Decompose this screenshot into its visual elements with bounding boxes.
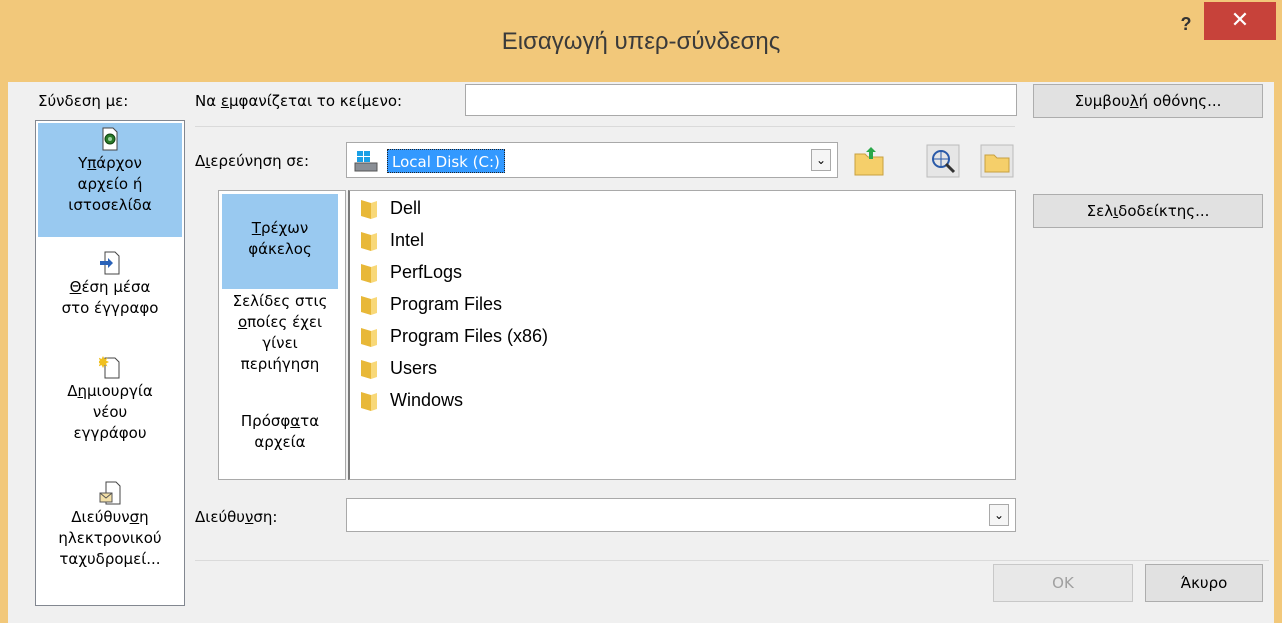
folder-icon [361,232,377,252]
folder-icon [361,360,377,380]
title-bar: Εισαγωγή υπερ-σύνδεσης ? ✕ [0,0,1282,82]
separator [195,126,1015,127]
place-current-line2: φάκελος [248,240,312,258]
bookmark-button[interactable]: Σελιδοδείκτης... [1033,194,1263,228]
places-bar: Τρέχων φάκελος Σελίδες στις οποίες έχει … [218,190,346,480]
local-disk-icon [354,151,378,172]
browse-file-icon[interactable] [980,144,1014,178]
new-document-icon [99,356,120,379]
file-name: Windows [390,390,464,410]
link-new-doc-line2: νέου [92,403,128,421]
list-item[interactable]: Dell [360,193,421,223]
chevron-down-icon[interactable]: ⌄ [989,504,1009,526]
place-recent-files[interactable]: Πρόσφατα αρχεία [222,411,338,461]
list-item[interactable]: Users [360,353,437,383]
link-email-address[interactable]: Διεύθυνση ηλεκτρονικού ταχυδρομεί... [38,477,182,591]
text-to-display-label: Να εμφανίζεται το κείμενο: [195,92,403,110]
list-item[interactable]: Program Files [360,289,502,319]
file-list: Dell Intel PerfLogs Program Files Progra… [348,190,1016,480]
link-existing-file-line3: ιστοσελίδα [68,196,152,214]
link-with-bar: Υπάρχον αρχείο ή ιστοσελίδα Θέση μέσα στ… [35,120,185,606]
look-in-dropdown[interactable]: Local Disk (C:) ⌄ [346,142,838,178]
link-email-line2: ηλεκτρονικού [58,529,162,547]
list-item[interactable]: PerfLogs [360,257,462,287]
folder-icon [361,392,377,412]
look-in-value: Local Disk (C:) [387,149,505,173]
separator [195,560,1269,561]
link-place-in-document[interactable]: Θέση μέσα στο έγγραφο [38,247,182,343]
file-name: Dell [390,198,422,218]
list-item[interactable]: Program Files (x86) [360,321,548,351]
link-new-document[interactable]: Δημιουργία νέου εγγράφου [38,351,182,465]
file-name: Intel [390,230,425,250]
link-place-line2: στο έγγραφο [61,299,159,317]
help-button[interactable]: ? [1168,10,1204,40]
link-email-line1: Διεύθυνση [71,508,149,526]
place-browsed-pages[interactable]: Σελίδες στις οποίες έχει γίνει περιήγηση [222,291,338,387]
folder-icon [361,200,377,220]
link-existing-file[interactable]: Υπάρχον αρχείο ή ιστοσελίδα [38,123,182,237]
email-address-icon [99,481,121,505]
folder-icon [361,296,377,316]
link-existing-file-line2: αρχείο ή [77,175,143,193]
dialog-title: Εισαγωγή υπερ-σύνδεσης [501,28,781,55]
close-button[interactable]: ✕ [1204,2,1276,40]
chevron-down-icon[interactable]: ⌄ [811,149,831,171]
ok-button[interactable]: OK [993,564,1133,602]
place-current-folder[interactable]: Τρέχων φάκελος [222,194,338,289]
link-email-line3: ταχυδρομεί... [59,550,161,568]
file-name: PerfLogs [390,262,463,282]
list-item[interactable]: Intel [360,225,424,255]
file-name: Users [390,358,438,378]
browse-web-icon[interactable] [926,144,960,178]
existing-file-icon [102,127,118,151]
folder-icon [361,264,377,284]
link-place-line1: Θέση μέσα [69,278,151,296]
place-browsed-line1: Σελίδες στις [232,292,328,310]
link-new-doc-line1: Δημιουργία [67,382,153,400]
insert-hyperlink-dialog: Εισαγωγή υπερ-σύνδεσης ? ✕ Σύνδεση με: Υ… [0,0,1282,623]
screentip-button[interactable]: Συμβουλή οθόνης... [1033,84,1263,118]
link-with-label: Σύνδεση με: [38,92,129,110]
link-new-doc-line3: εγγράφου [73,424,147,442]
place-recent-line1: Πρόσφατα [240,412,320,430]
place-current-line1: Τρέχων [251,219,309,237]
folder-icon [361,328,377,348]
address-label: Διεύθυνση: [195,508,278,526]
file-name: Program Files (x86) [390,326,549,346]
place-recent-line2: αρχεία [254,433,306,451]
place-in-document-icon [100,251,120,275]
address-input[interactable]: ⌄ [346,498,1016,532]
file-name: Program Files [390,294,503,314]
place-browsed-line2: οποίες έχει [237,313,323,331]
list-item[interactable]: Windows [360,385,463,415]
link-existing-file-line1: Υπάρχον [78,154,142,172]
place-browsed-line4: περιήγηση [240,355,320,373]
look-in-label: Διερεύνηση σε: [195,152,310,170]
cancel-button[interactable]: Άκυρο [1145,564,1263,602]
text-to-display-input[interactable] [465,84,1017,116]
up-one-folder-icon[interactable] [852,144,886,178]
dialog-content: Σύνδεση με: Υπάρχον αρχείο ή ιστοσελίδα … [8,82,1274,623]
place-browsed-line3: γίνει [262,334,298,352]
